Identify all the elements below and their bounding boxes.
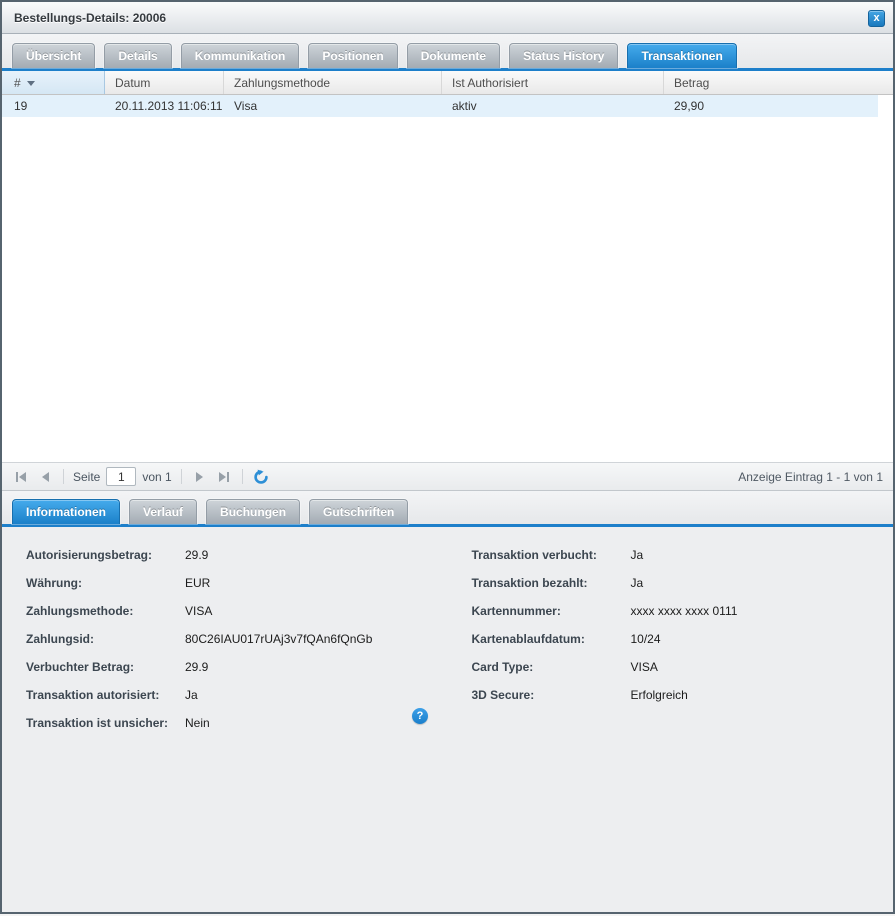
field-3d-secure: 3D Secure: Erfolgreich xyxy=(448,681,894,709)
field-value: Nein xyxy=(185,716,210,730)
tab-verlauf[interactable]: Verlauf xyxy=(129,499,197,524)
page-count-label: von 1 xyxy=(142,470,171,484)
tab-informationen[interactable]: Informationen xyxy=(12,499,120,524)
last-page-icon[interactable] xyxy=(215,468,233,486)
field-value: Erfolgreich xyxy=(631,688,688,702)
field-transaktion-ist-unsicher: Transaktion ist unsicher: Nein xyxy=(2,709,448,737)
tab-kommunikation[interactable]: Kommunikation xyxy=(181,43,300,68)
field-transaktion-bezahlt: Transaktion bezahlt: Ja xyxy=(448,569,894,597)
field-label: Card Type: xyxy=(472,660,631,674)
field-label: Zahlungsid: xyxy=(26,632,185,646)
field-value: Ja xyxy=(631,548,644,562)
field-value: Ja xyxy=(185,688,198,702)
order-details-window: Bestellungs-Details: 20006 x Übersicht D… xyxy=(0,0,895,914)
cell-betrag: 29,90 xyxy=(664,99,878,113)
field-value: 29.9 xyxy=(185,548,208,562)
field-label: Kartennummer: xyxy=(472,604,631,618)
display-range-status: Anzeige Eintrag 1 - 1 von 1 xyxy=(738,470,883,484)
column-header-betrag[interactable]: Betrag xyxy=(664,71,893,94)
field-value: VISA xyxy=(631,660,658,674)
first-page-icon[interactable] xyxy=(12,468,30,486)
cell-id: 19 xyxy=(2,99,105,113)
transaction-information-panel: Autorisierungsbetrag: 29.9 Währung: EUR … xyxy=(2,527,893,912)
cell-zahlungsmethode: Visa xyxy=(224,99,442,113)
page-label: Seite xyxy=(73,470,100,484)
field-label: Transaktion bezahlt: xyxy=(472,576,631,590)
field-value: VISA xyxy=(185,604,212,618)
paging-toolbar: Seite von 1 Anzeige Eintrag 1 - 1 von 1 xyxy=(2,462,893,491)
order-tabs: Übersicht Details Kommunikation Position… xyxy=(2,34,893,71)
transaction-detail-tabs: Informationen Verlauf Buchungen Gutschri… xyxy=(2,491,893,527)
field-value: EUR xyxy=(185,576,210,590)
sort-desc-icon xyxy=(27,81,35,86)
tab-status-history[interactable]: Status History xyxy=(509,43,618,68)
field-kartennummer: Kartennummer: xxxx xxxx xxxx 0111 xyxy=(448,597,894,625)
toolbar-separator xyxy=(63,469,64,484)
tab-positionen[interactable]: Positionen xyxy=(308,43,397,68)
toolbar-separator xyxy=(242,469,243,484)
field-label: Kartenablaufdatum: xyxy=(472,632,631,646)
field-label: Währung: xyxy=(26,576,185,590)
field-value: 10/24 xyxy=(631,632,661,646)
field-label: Transaktion verbucht: xyxy=(472,548,631,562)
field-label: Zahlungsmethode: xyxy=(26,604,185,618)
field-card-type: Card Type: VISA xyxy=(448,653,894,681)
toolbar-separator xyxy=(181,469,182,484)
column-header-ist-authorisiert[interactable]: Ist Authorisiert xyxy=(442,71,664,94)
info-column-left: Autorisierungsbetrag: 29.9 Währung: EUR … xyxy=(2,541,448,737)
field-label: Transaktion autorisiert: xyxy=(26,688,185,702)
field-value: 80C26IAU017rUAj3v7fQAn6fQnGb xyxy=(185,632,372,646)
field-kartenablaufdatum: Kartenablaufdatum: 10/24 xyxy=(448,625,894,653)
tab-gutschriften[interactable]: Gutschriften xyxy=(309,499,408,524)
field-label: Verbuchter Betrag: xyxy=(26,660,185,674)
page-number-input[interactable] xyxy=(106,467,136,486)
column-header-zahlungsmethode[interactable]: Zahlungsmethode xyxy=(224,71,442,94)
cell-datum: 20.11.2013 11:06:11 xyxy=(105,99,224,113)
close-icon[interactable]: x xyxy=(868,10,885,27)
field-autorisierungsbetrag: Autorisierungsbetrag: 29.9 xyxy=(2,541,448,569)
field-label: Transaktion ist unsicher: xyxy=(26,716,185,730)
tab-uebersicht[interactable]: Übersicht xyxy=(12,43,95,68)
tab-details[interactable]: Details xyxy=(104,43,171,68)
prev-page-icon[interactable] xyxy=(36,468,54,486)
field-value: xxxx xxxx xxxx 0111 xyxy=(631,604,738,618)
tab-transaktionen[interactable]: Transaktionen xyxy=(627,43,736,68)
field-zahlungsid: Zahlungsid: 80C26IAU017rUAj3v7fQAn6fQnGb xyxy=(2,625,448,653)
field-zahlungsmethode: Zahlungsmethode: VISA xyxy=(2,597,448,625)
column-header-id[interactable]: # xyxy=(2,71,105,94)
window-title: Bestellungs-Details: 20006 xyxy=(14,11,166,25)
transactions-grid-body: 19 20.11.2013 11:06:11 Visa aktiv 29,90 xyxy=(2,95,893,462)
tab-buchungen[interactable]: Buchungen xyxy=(206,499,300,524)
field-value: Ja xyxy=(631,576,644,590)
transactions-grid-header: # Datum Zahlungsmethode Ist Authorisiert… xyxy=(2,71,893,95)
info-column-right: Transaktion verbucht: Ja Transaktion bez… xyxy=(448,541,894,737)
field-label: 3D Secure: xyxy=(472,688,631,702)
refresh-icon[interactable] xyxy=(252,468,270,486)
cell-ist-authorisiert: aktiv xyxy=(442,99,664,113)
field-transaktion-verbucht: Transaktion verbucht: Ja xyxy=(448,541,894,569)
field-transaktion-autorisiert: Transaktion autorisiert: Ja xyxy=(2,681,448,709)
transaction-row[interactable]: 19 20.11.2013 11:06:11 Visa aktiv 29,90 xyxy=(2,95,878,117)
field-value: 29.9 xyxy=(185,660,208,674)
tab-dokumente[interactable]: Dokumente xyxy=(407,43,500,68)
field-waehrung: Währung: EUR xyxy=(2,569,448,597)
field-label: Autorisierungsbetrag: xyxy=(26,548,185,562)
help-icon[interactable]: ? xyxy=(412,708,428,724)
field-verbuchter-betrag: Verbuchter Betrag: 29.9 xyxy=(2,653,448,681)
window-titlebar: Bestellungs-Details: 20006 x xyxy=(2,2,893,34)
column-header-datum[interactable]: Datum xyxy=(105,71,224,94)
next-page-icon[interactable] xyxy=(191,468,209,486)
column-header-id-label: # xyxy=(14,76,21,90)
